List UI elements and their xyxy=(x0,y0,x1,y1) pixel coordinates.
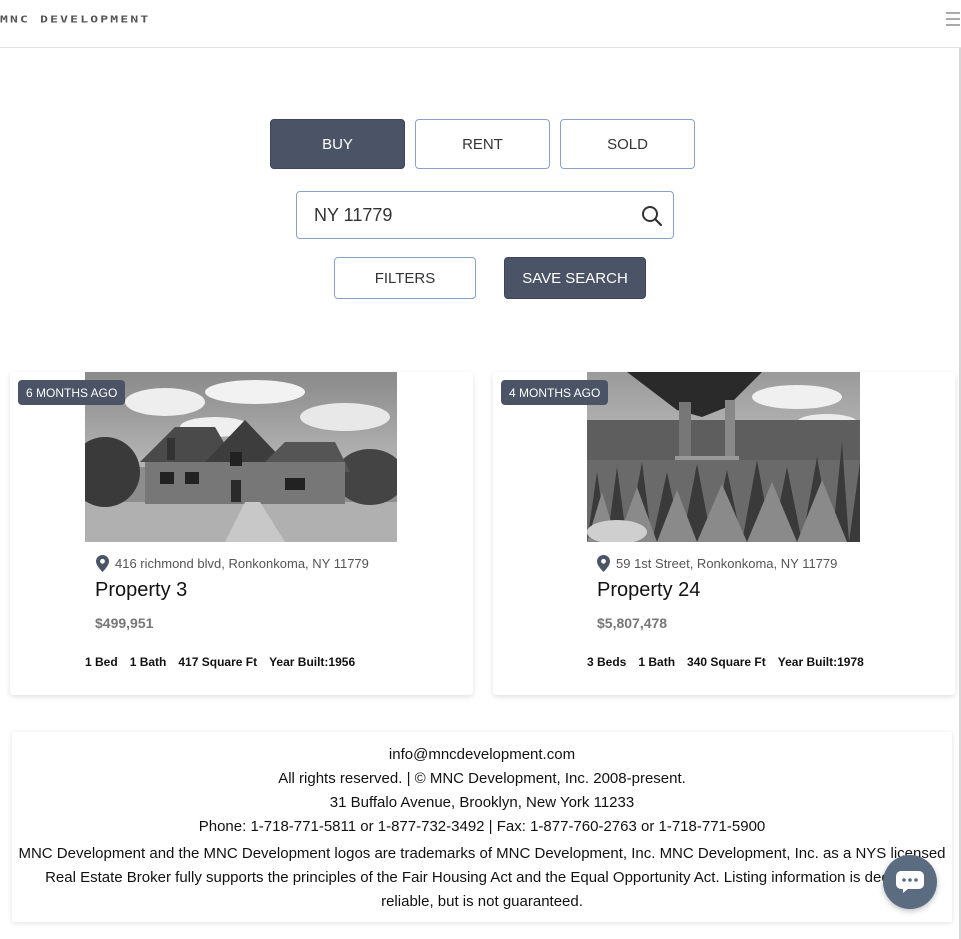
listing-age-badge: 6 MONTHS AGO xyxy=(18,380,126,405)
search-input[interactable] xyxy=(297,192,627,238)
listing-price: $499,951 xyxy=(95,615,154,631)
listing-specs: 3 Beds 1 Bath 340 Square Ft Year Built:1… xyxy=(587,655,876,669)
listing-photo-house[interactable] xyxy=(85,372,397,542)
listing-card[interactable]: 4 MONTHS AGO 59 1st Street, Ronkonkoma, … xyxy=(493,372,955,695)
footer-copyright: All rights reserved. | © MNC Development… xyxy=(278,770,686,787)
footer-legal-text: MNC Development and the MNC Development … xyxy=(18,845,946,910)
listing-photo-bridge[interactable] xyxy=(587,372,860,542)
site-header: MNC DEVELOPMENT xyxy=(0,0,961,48)
search-box xyxy=(296,191,674,239)
chat-button[interactable] xyxy=(883,855,937,909)
listing-beds: 3 Beds xyxy=(587,655,627,669)
chat-bubble-icon xyxy=(896,871,924,893)
listing-address: 416 richmond blvd, Ronkonkoma, NY 11779 xyxy=(96,555,369,572)
listing-specs: 1 Bed 1 Bath 417 Square Ft Year Built:19… xyxy=(85,655,367,669)
listing-baths: 1 Bath xyxy=(638,655,676,669)
save-search-button[interactable]: SAVE SEARCH xyxy=(504,257,646,299)
listing-sqft: 340 Square Ft xyxy=(687,655,766,669)
listing-year-built: Year Built:1956 xyxy=(269,655,356,669)
hamburger-menu-icon[interactable] xyxy=(946,12,960,30)
site-footer: info@mncdevelopment.com All rights reser… xyxy=(12,732,952,922)
tab-rent[interactable]: RENT xyxy=(415,119,550,169)
listing-card[interactable]: 6 MONTHS AGO 416 richmond blvd, Ronkonko… xyxy=(10,372,473,695)
listing-baths: 1 Bath xyxy=(129,655,167,669)
location-pin-icon xyxy=(597,555,610,572)
listing-sqft: 417 Square Ft xyxy=(178,655,258,669)
filters-button[interactable]: FILTERS xyxy=(334,257,476,299)
listing-address-text: 416 richmond blvd, Ronkonkoma, NY 11779 xyxy=(115,556,369,571)
listing-address: 59 1st Street, Ronkonkoma, NY 11779 xyxy=(597,555,837,572)
tab-sold[interactable]: SOLD xyxy=(560,119,695,169)
footer-email-link[interactable]: info@mncdevelopment.com xyxy=(12,746,952,763)
listing-price: $5,807,478 xyxy=(597,615,668,631)
footer-phone: Phone: 1-718-771-5811 or 1-877-732-3492 … xyxy=(198,818,766,835)
listing-age-badge: 4 MONTHS AGO xyxy=(501,380,609,405)
listing-year-built: Year Built:1978 xyxy=(777,655,864,669)
listing-beds: 1 Bed xyxy=(85,655,118,669)
search-icon[interactable] xyxy=(641,205,663,227)
listing-title[interactable]: Property 24 xyxy=(597,579,700,602)
site-logo[interactable]: MNC DEVELOPMENT xyxy=(0,14,150,25)
tab-buy[interactable]: BUY xyxy=(270,119,405,169)
footer-address: 31 Buffalo Avenue, Brooklyn, New York 11… xyxy=(329,794,635,811)
listing-address-text: 59 1st Street, Ronkonkoma, NY 11779 xyxy=(616,556,838,571)
location-pin-icon xyxy=(96,555,109,572)
listing-title[interactable]: Property 3 xyxy=(95,579,187,602)
